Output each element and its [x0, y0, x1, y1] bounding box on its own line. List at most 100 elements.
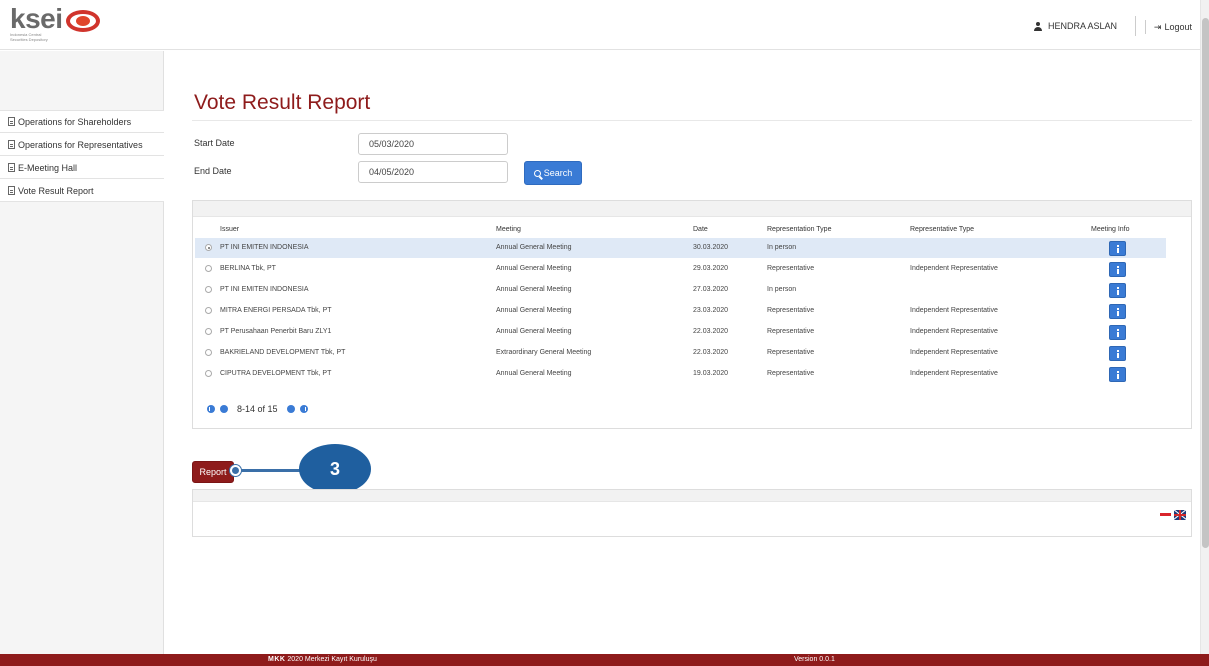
cell-date: 30.03.2020: [693, 244, 729, 251]
cell-meeting: Annual General Meeting: [496, 286, 572, 293]
table-row[interactable]: PT INI EMITEN INDONESIA Annual General M…: [195, 238, 1166, 258]
logout-icon: ⇥: [1153, 21, 1162, 32]
search-icon: [533, 169, 541, 177]
cell-issuer: MITRA ENERGI PERSADA Tbk, PT: [220, 307, 332, 314]
column-header-meeting[interactable]: Meeting: [496, 226, 521, 233]
sidebar-item-label: E-Meeting Hall: [18, 162, 78, 173]
callout-anchor-dot: [230, 465, 241, 476]
scrollbar-thumb[interactable]: [1202, 18, 1209, 548]
cell-representative-type: Independent Representative: [910, 265, 998, 272]
meeting-info-button[interactable]: [1109, 325, 1126, 340]
row-radio[interactable]: [205, 244, 212, 251]
column-header-issuer[interactable]: Issuer: [220, 226, 239, 233]
cell-meeting: Annual General Meeting: [496, 265, 572, 272]
row-radio[interactable]: [205, 265, 212, 272]
meeting-info-button[interactable]: [1109, 241, 1126, 256]
sidebar-item-label: Vote Result Report: [18, 185, 94, 196]
row-radio[interactable]: [205, 349, 212, 356]
cell-date: 19.03.2020: [693, 370, 729, 377]
cell-issuer: PT INI EMITEN INDONESIA: [220, 244, 309, 251]
cell-date: 27.03.2020: [693, 286, 729, 293]
footer-copyright: MKK 2020 Merkezi Kayıt Kuruluşu: [268, 656, 377, 663]
logo-subtitle: Indonesia Central Securities Depository: [10, 32, 48, 42]
logo-text: ksei: [10, 3, 63, 34]
cell-representation-type: Representative: [767, 328, 815, 335]
cell-meeting: Annual General Meeting: [496, 307, 572, 314]
document-icon: [8, 186, 15, 195]
sidebar-item-e-meeting-hall[interactable]: E-Meeting Hall: [0, 156, 164, 179]
start-date-input[interactable]: 05/03/2020: [358, 133, 508, 155]
sidebar-item-operations-representatives[interactable]: Operations for Representatives: [0, 133, 164, 156]
column-header-date[interactable]: Date: [693, 226, 708, 233]
sidebar-item-label: Operations for Shareholders: [18, 116, 132, 127]
start-date-label: Start Date: [194, 138, 235, 148]
pager-next-icon[interactable]: [286, 405, 295, 413]
meeting-info-button[interactable]: [1109, 304, 1126, 319]
table-row[interactable]: CIPUTRA DEVELOPMENT Tbk, PT Annual Gener…: [195, 364, 1166, 384]
pager-status: 8-14 of 15: [237, 404, 278, 414]
language-panel: [192, 489, 1192, 537]
sidebar: Operations for Shareholders Operations f…: [0, 51, 164, 654]
sidebar-item-label: Operations for Representatives: [18, 139, 143, 150]
meeting-info-button[interactable]: [1109, 367, 1126, 382]
cell-issuer: CIPUTRA DEVELOPMENT Tbk, PT: [220, 370, 332, 377]
cell-meeting: Annual General Meeting: [496, 370, 572, 377]
cell-representation-type: Representative: [767, 370, 815, 377]
row-radio[interactable]: [205, 307, 212, 314]
document-icon: [8, 117, 15, 126]
search-button-label: Search: [543, 168, 573, 178]
column-header-representative-type[interactable]: Representative Type: [910, 226, 974, 233]
document-icon: [8, 163, 15, 172]
logout-button[interactable]: ⇥ Logout: [1144, 20, 1192, 34]
vote-result-grid: Issuer Meeting Date Representation Type …: [192, 200, 1192, 429]
meeting-info-button[interactable]: [1109, 283, 1126, 298]
cell-issuer: BAKRIELAND DEVELOPMENT Tbk, PT: [220, 349, 346, 356]
table-row[interactable]: MITRA ENERGI PERSADA Tbk, PT Annual Gene…: [195, 301, 1166, 321]
report-button[interactable]: Report: [192, 461, 234, 483]
pager-last-icon[interactable]: [299, 405, 308, 413]
row-radio[interactable]: [205, 328, 212, 335]
table-row[interactable]: BERLINA Tbk, PT Annual General Meeting 2…: [195, 259, 1166, 279]
title-divider: [192, 120, 1192, 121]
cell-meeting: Extraordinary General Meeting: [496, 349, 592, 356]
meeting-info-button[interactable]: [1109, 346, 1126, 361]
end-date-input[interactable]: 04/05/2020: [358, 161, 508, 183]
cell-representation-type: In person: [767, 286, 797, 293]
sidebar-item-operations-shareholders[interactable]: Operations for Shareholders: [0, 110, 164, 133]
cell-representation-type: Representative: [767, 265, 815, 272]
end-date-label: End Date: [194, 166, 232, 176]
pager-first-icon[interactable]: [207, 405, 215, 413]
pager-prev-icon[interactable]: [220, 405, 228, 413]
table-row[interactable]: PT Perusahaan Penerbit Baru ZLY1 Annual …: [195, 322, 1166, 342]
user-menu[interactable]: HENDRA ASLAN: [1033, 16, 1136, 36]
cell-date: 23.03.2020: [693, 307, 729, 314]
flag-uk-icon[interactable]: [1174, 510, 1186, 520]
table-row[interactable]: PT INI EMITEN INDONESIA Annual General M…: [195, 280, 1166, 300]
page-scrollbar[interactable]: [1200, 0, 1209, 654]
sidebar-item-vote-result-report[interactable]: Vote Result Report: [0, 179, 164, 202]
column-header-representation-type[interactable]: Representation Type: [767, 226, 831, 233]
meeting-info-button[interactable]: [1109, 262, 1126, 277]
footer-version: Version 0.0.1: [794, 656, 835, 663]
cell-representation-type: Representative: [767, 349, 815, 356]
footer-copyright-text: 2020 Merkezi Kayıt Kuruluşu: [285, 656, 377, 663]
cell-date: 22.03.2020: [693, 328, 729, 335]
sidebar-menu: Operations for Shareholders Operations f…: [0, 110, 164, 202]
row-radio[interactable]: [205, 370, 212, 377]
column-header-meeting-info[interactable]: Meeting Info: [1091, 226, 1130, 233]
grid-header-row: Issuer Meeting Date Representation Type …: [193, 226, 1191, 236]
cell-issuer: BERLINA Tbk, PT: [220, 265, 276, 272]
search-button[interactable]: Search: [524, 161, 582, 185]
logout-label: Logout: [1164, 22, 1192, 32]
grid-toolbar: [193, 201, 1191, 217]
cell-date: 29.03.2020: [693, 265, 729, 272]
flag-indonesia-icon[interactable]: [1160, 513, 1171, 519]
table-row[interactable]: BAKRIELAND DEVELOPMENT Tbk, PT Extraordi…: [195, 343, 1166, 363]
grid-pager: 8-14 of 15: [207, 404, 308, 414]
cell-representative-type: Independent Representative: [910, 307, 998, 314]
footer: MKK 2020 Merkezi Kayıt Kuruluşu Version …: [0, 654, 1209, 666]
cell-meeting: Annual General Meeting: [496, 244, 572, 251]
callout-step-badge: 3: [299, 444, 371, 494]
row-radio[interactable]: [205, 286, 212, 293]
cell-representative-type: Independent Representative: [910, 328, 998, 335]
